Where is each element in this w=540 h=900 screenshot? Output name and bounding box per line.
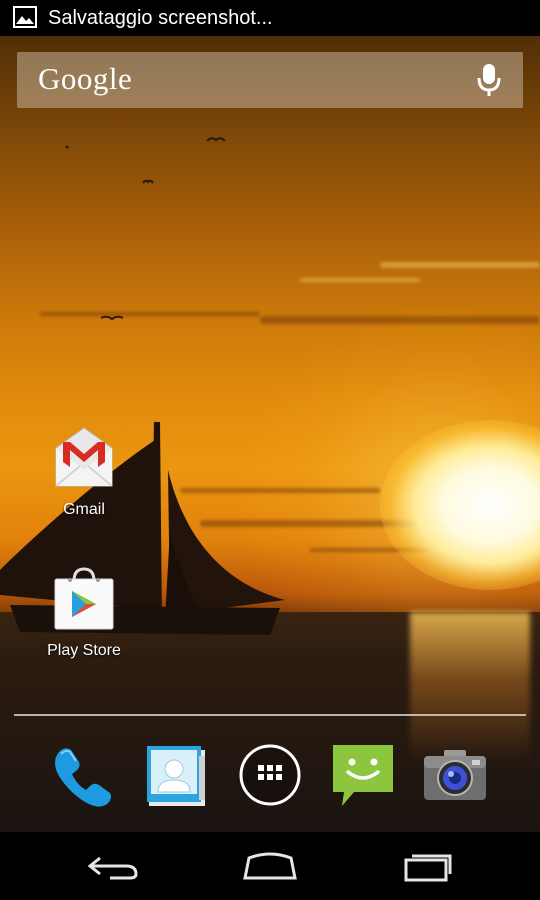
play-store-icon <box>54 567 114 630</box>
google-logo: Google <box>38 61 133 96</box>
all-apps-icon[interactable] <box>237 742 303 808</box>
phone-icon[interactable] <box>51 742 117 808</box>
messaging-icon[interactable] <box>330 742 396 808</box>
status-notification-text: Salvataggio screenshot... <box>48 7 273 29</box>
app-gmail[interactable]: Gmail <box>24 426 144 519</box>
app-label-play-store: Play Store <box>47 642 121 659</box>
microphone-icon[interactable] <box>477 62 501 98</box>
navigation-bar <box>0 832 540 900</box>
contacts-icon[interactable] <box>143 742 209 808</box>
gmail-icon <box>55 427 113 487</box>
app-play-store[interactable]: Play Store <box>24 567 144 660</box>
back-icon[interactable] <box>78 848 148 884</box>
recent-apps-icon[interactable] <box>392 848 462 884</box>
image-icon <box>13 6 37 28</box>
home-icon[interactable] <box>235 848 305 884</box>
dock-divider <box>14 714 526 716</box>
status-bar: Salvataggio screenshot... <box>0 0 540 36</box>
google-search-bar[interactable]: Google <box>17 52 523 108</box>
app-label-gmail: Gmail <box>63 501 105 518</box>
camera-icon[interactable] <box>422 742 488 808</box>
